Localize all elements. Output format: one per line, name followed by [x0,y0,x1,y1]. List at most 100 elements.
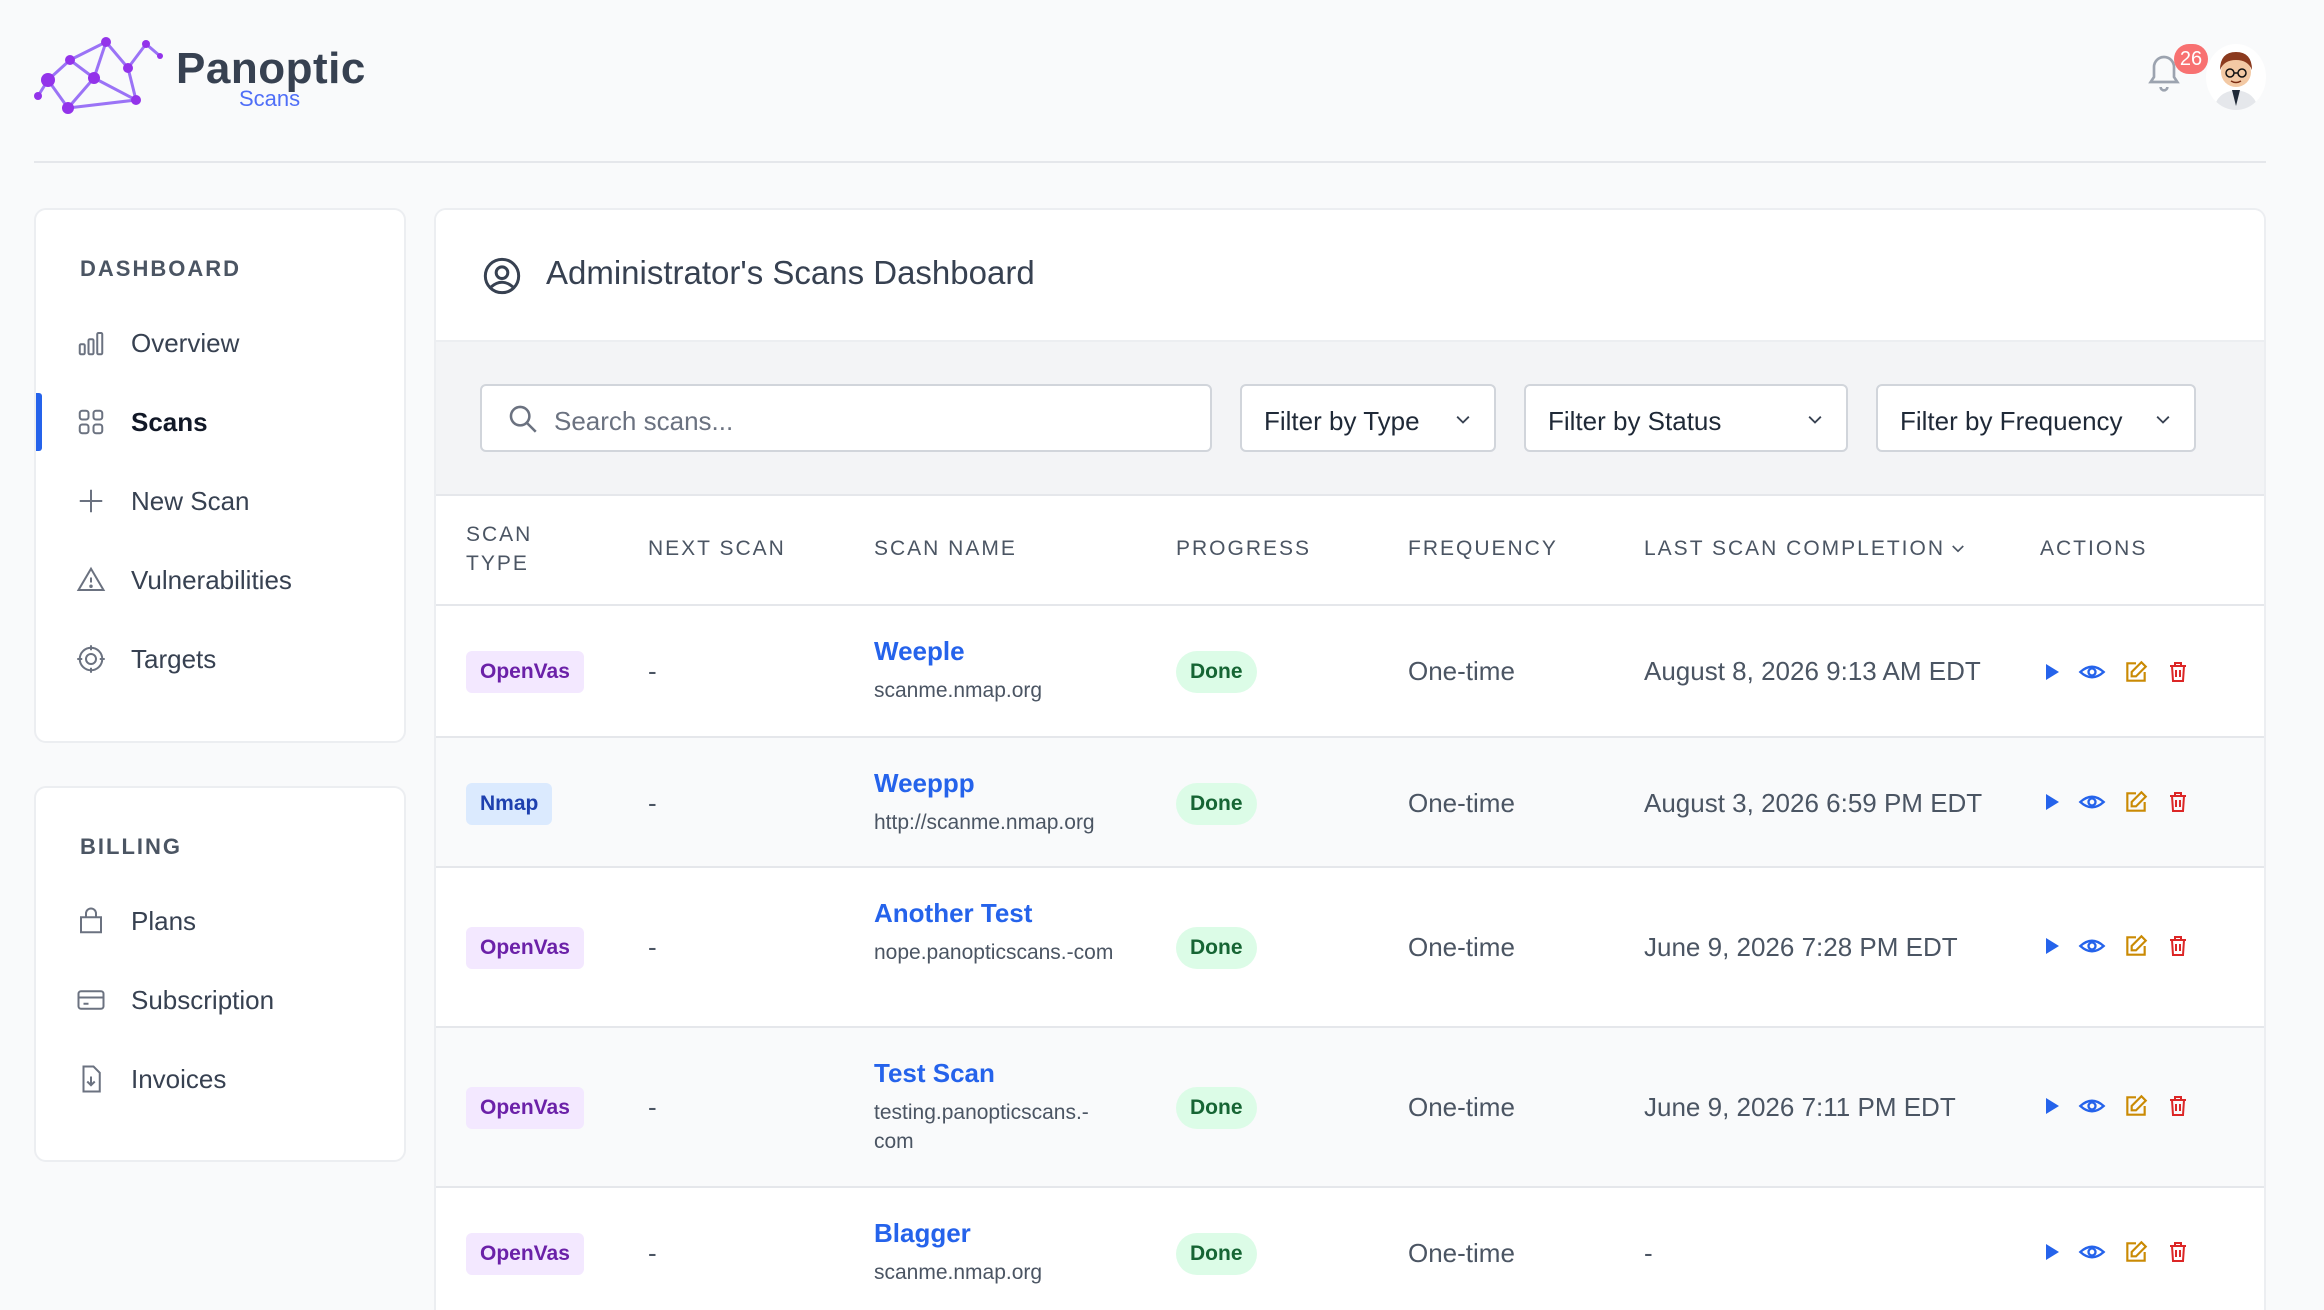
next-scan-value: - [648,1092,657,1122]
scan-type-badge: OpenVas [466,927,584,969]
sidebar-item-invoices[interactable]: Invoices [36,1050,404,1108]
sidebar-billing-section: BILLING Plans Subscription Invoices [34,786,406,1162]
status-badge: Done [1176,1087,1257,1129]
delete-trash-icon[interactable] [2162,1090,2194,1122]
run-scan-play-icon[interactable] [2036,930,2068,962]
column-actions: ACTIONS [2040,537,2148,560]
status-badge: Done [1176,651,1257,693]
frequency-value: One-time [1408,656,1515,686]
column-progress[interactable]: PROGRESS [1176,534,1311,563]
edit-pencil-icon[interactable] [2120,786,2152,818]
column-frequency[interactable]: FREQUENCY [1408,534,1558,563]
brand-logo[interactable]: Panoptic Scans [34,30,394,120]
view-eye-icon[interactable] [2076,1090,2108,1122]
sidebar-dashboard-section: DASHBOARD Overview Scans New Scan Vulner… [34,208,406,743]
user-avatar[interactable] [2206,44,2266,110]
credit-card-icon [74,983,108,1017]
frequency-value: One-time [1408,1238,1515,1268]
run-scan-play-icon[interactable] [2036,1090,2068,1122]
column-scan-name[interactable]: SCAN NAME [874,534,1017,563]
sidebar-item-label: Vulnerabilities [131,564,292,595]
last-completion-value: June 9, 2026 7:11 PM EDT [1644,1092,1956,1122]
filter-frequency-select[interactable]: Filter by Frequency [1876,384,2196,452]
edit-pencil-icon[interactable] [2120,1090,2152,1122]
frequency-value: One-time [1408,788,1515,818]
search-placeholder: Search scans... [554,406,734,436]
filter-bar: Search scans... Filter by Type Filter by… [436,342,2264,496]
sidebar-item-label: Targets [131,643,217,674]
delete-trash-icon[interactable] [2162,656,2194,688]
sidebar-item-vulnerabilities[interactable]: Vulnerabilities [36,551,404,609]
next-scan-value: - [648,656,657,686]
filter-type-value: Filter by Type [1264,406,1420,436]
scan-target: http://scanme.nmap.org [874,811,1095,834]
sidebar-item-label: Subscription [131,984,275,1015]
table-row: OpenVas - Another Test nope.panopticscan… [436,868,2264,1028]
chevron-down-icon [1452,410,1474,430]
scan-name-link[interactable]: Blagger [874,1218,971,1249]
delete-trash-icon[interactable] [2162,1236,2194,1268]
scans-panel: Administrator's Scans Dashboard Search s… [434,208,2266,1310]
run-scan-play-icon[interactable] [2036,786,2068,818]
table-row: Nmap - Weeppp http://scanme.nmap.org Don… [436,738,2264,868]
notification-count-badge: 26 [2174,44,2208,74]
edit-pencil-icon[interactable] [2120,1236,2152,1268]
last-completion-value: - [1644,1238,1653,1268]
edit-pencil-icon[interactable] [2120,930,2152,962]
column-scan-type[interactable]: SCAN TYPE [466,520,546,578]
sidebar-item-plans[interactable]: Plans [36,892,404,950]
chevron-down-icon [1804,410,1826,430]
edit-pencil-icon[interactable] [2120,656,2152,688]
scan-name-link[interactable]: Weeppp [874,768,975,799]
page-title: Administrator's Scans Dashboard [546,254,1035,291]
sidebar-item-targets[interactable]: Targets [36,630,404,688]
row-actions [2036,656,2206,690]
delete-trash-icon[interactable] [2162,786,2194,818]
dashboard-section-title: DASHBOARD [80,256,241,281]
sidebar-item-new-scan[interactable]: New Scan [36,472,404,530]
frequency-value: One-time [1408,1092,1515,1122]
shopping-bag-icon [74,904,108,938]
scan-type-badge: Nmap [466,783,553,825]
filter-type-select[interactable]: Filter by Type [1240,384,1496,452]
scan-target: testing.panopticscans.-com [874,1101,1089,1153]
sort-chevron-down-icon[interactable] [1948,540,1968,563]
scan-target: nope.panopticscans.-com [874,941,1114,964]
sidebar-item-label: Plans [131,905,197,936]
brand-subtitle: Scans [239,86,301,111]
network-logo-icon [34,37,163,114]
target-icon [74,642,108,676]
chevron-down-icon [2152,410,2174,430]
sidebar-item-subscription[interactable]: Subscription [36,971,404,1029]
run-scan-play-icon[interactable] [2036,1236,2068,1268]
sidebar-item-scans[interactable]: Scans [36,393,404,451]
delete-trash-icon[interactable] [2162,930,2194,962]
run-scan-play-icon[interactable] [2036,656,2068,688]
plus-icon [74,484,108,518]
sidebar-item-overview[interactable]: Overview [36,314,404,372]
sidebar-item-label: Overview [131,327,240,358]
filter-status-select[interactable]: Filter by Status [1524,384,1848,452]
next-scan-value: - [648,932,657,962]
table-header: SCAN TYPE NEXT SCAN SCAN NAME PROGRESS F… [436,496,2264,606]
filter-status-value: Filter by Status [1548,406,1722,436]
user-circle-icon [482,256,522,296]
column-next-scan[interactable]: NEXT SCAN [648,534,786,563]
scan-name-link[interactable]: Weeple [874,636,965,667]
view-eye-icon[interactable] [2076,656,2108,688]
view-eye-icon[interactable] [2076,1236,2108,1268]
last-completion-value: August 3, 2026 6:59 PM EDT [1644,788,1983,818]
frequency-value: One-time [1408,932,1515,962]
scan-name-link[interactable]: Another Test [874,898,1032,929]
column-last-scan-completion[interactable]: LAST SCAN COMPLETION [1644,534,1945,563]
table-row: OpenVas - Test Scan testing.panopticscan… [436,1028,2264,1188]
sidebar-item-label: New Scan [131,485,250,516]
scan-name-link[interactable]: Test Scan [874,1058,995,1089]
row-actions [2036,1236,2206,1270]
view-eye-icon[interactable] [2076,930,2108,962]
table-row: OpenVas - Weeple scanme.nmap.org Done On… [436,606,2264,738]
scan-type-badge: OpenVas [466,1233,584,1275]
row-actions [2036,930,2206,964]
view-eye-icon[interactable] [2076,786,2108,818]
search-input[interactable]: Search scans... [480,384,1212,452]
